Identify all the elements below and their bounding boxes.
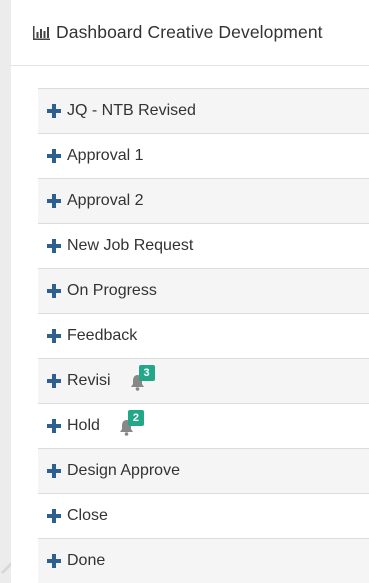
list-item-jq-ntb-revised[interactable]: JQ - NTB Revised bbox=[38, 88, 369, 133]
notification-indicator[interactable]: 3 bbox=[129, 365, 155, 391]
plus-icon bbox=[47, 464, 61, 478]
list-item-hold[interactable]: Hold 2 bbox=[38, 403, 369, 448]
plus-icon bbox=[47, 329, 61, 343]
list-item-label: JQ - NTB Revised bbox=[67, 102, 196, 119]
list-item-label: On Progress bbox=[67, 282, 157, 299]
list-item-approval-1[interactable]: Approval 1 bbox=[38, 133, 369, 178]
page-title: Dashboard Creative Development bbox=[56, 22, 323, 42]
panel-header: Dashboard Creative Development bbox=[11, 0, 369, 66]
plus-icon bbox=[47, 554, 61, 568]
status-list: JQ - NTB Revised Approval 1 Approval 2 N… bbox=[38, 88, 369, 583]
notification-badge: 3 bbox=[138, 365, 155, 381]
list-item-label: Hold bbox=[67, 417, 100, 434]
list-item-feedback[interactable]: Feedback bbox=[38, 313, 369, 358]
plus-icon bbox=[47, 194, 61, 208]
list-item-label: New Job Request bbox=[67, 237, 194, 254]
plus-icon bbox=[47, 284, 61, 298]
list-item-label: Revisi bbox=[67, 372, 111, 389]
plus-icon bbox=[47, 509, 61, 523]
notification-badge: 2 bbox=[127, 410, 144, 426]
list-item-label: Design Approve bbox=[67, 462, 180, 479]
plus-icon bbox=[47, 104, 61, 118]
list-item-on-progress[interactable]: On Progress bbox=[38, 268, 369, 313]
list-item-new-job-request[interactable]: New Job Request bbox=[38, 223, 369, 268]
list-item-label: Close bbox=[67, 507, 108, 524]
list-item-revisi[interactable]: Revisi 3 bbox=[38, 358, 369, 403]
list-item-close[interactable]: Close bbox=[38, 493, 369, 538]
list-item-label: Approval 1 bbox=[67, 147, 144, 164]
list-item-done[interactable]: Done bbox=[38, 538, 369, 583]
plus-icon bbox=[47, 239, 61, 253]
dashboard-panel: Dashboard Creative Development JQ - NTB … bbox=[11, 0, 369, 583]
list-item-label: Approval 2 bbox=[67, 192, 144, 209]
plus-icon bbox=[47, 374, 61, 388]
plus-icon bbox=[47, 419, 61, 433]
list-item-design-approve[interactable]: Design Approve bbox=[38, 448, 369, 493]
list-item-label: Done bbox=[67, 552, 106, 569]
list-item-label: Feedback bbox=[67, 327, 138, 344]
plus-icon bbox=[47, 149, 61, 163]
bar-chart-icon bbox=[33, 25, 50, 40]
notification-indicator[interactable]: 2 bbox=[118, 410, 144, 436]
list-item-approval-2[interactable]: Approval 2 bbox=[38, 178, 369, 223]
